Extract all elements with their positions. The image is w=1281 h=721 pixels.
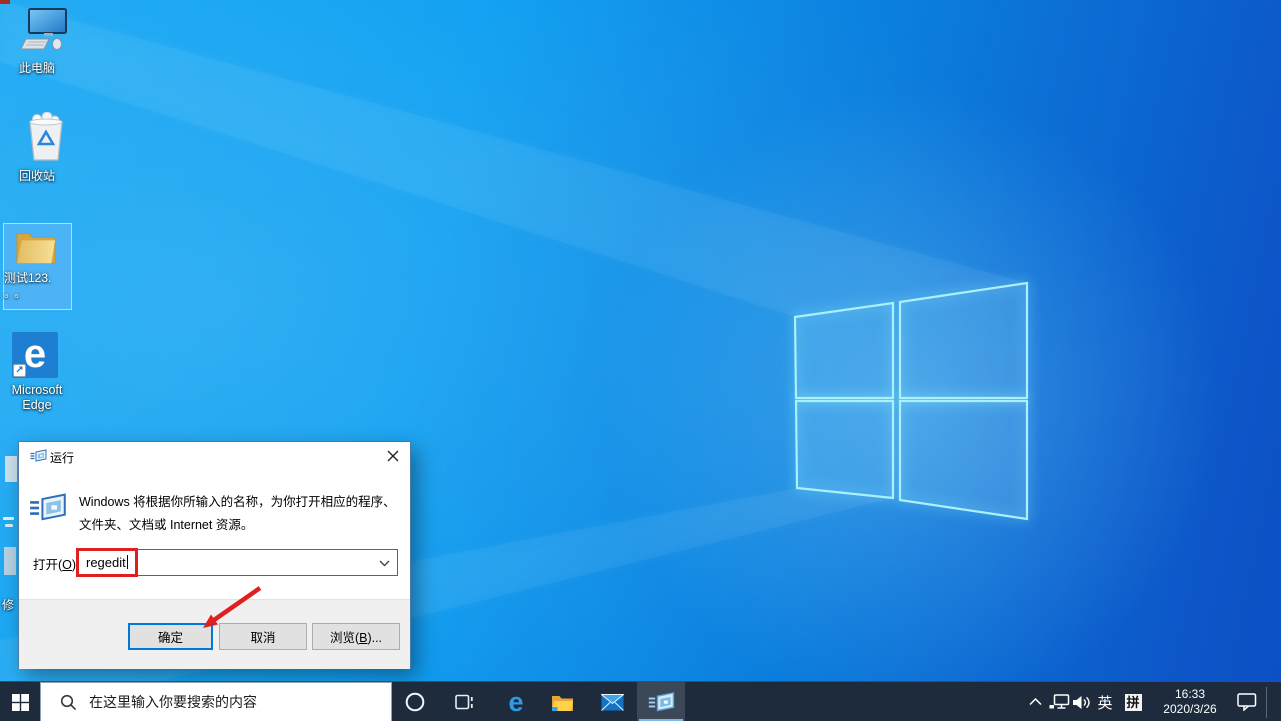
hidden-label-fragment <box>3 517 14 520</box>
desktop-icon-edge-label[interactable]: Microsoft Edge <box>0 383 74 413</box>
desktop-icon-label: 此电脑 <box>0 61 74 76</box>
run-dialog-titlebar[interactable]: 运行 <box>19 442 410 470</box>
desktop-icon-label: 回收站 <box>0 169 74 184</box>
run-app-icon <box>648 691 675 714</box>
logo-pane-top-left <box>795 303 893 398</box>
search-icon <box>60 694 77 711</box>
input-text: regedit <box>86 555 126 570</box>
run-icon <box>30 449 47 463</box>
light-ray-top <box>0 0 1027 317</box>
open-field-label: 打开(O): <box>33 554 80 573</box>
show-desktop-divider[interactable] <box>1266 687 1267 718</box>
taskbar-file-explorer-button[interactable] <box>541 682 583 721</box>
desktop-icon-label-line2: 。。 <box>4 286 71 301</box>
edge-label-line1: Microsoft <box>0 383 74 398</box>
task-view-icon <box>455 693 474 711</box>
windows-start-icon <box>12 694 29 711</box>
cortana-icon <box>404 691 426 713</box>
desktop-screen: 此电脑 回收站 测试123. 。。 e ↗ Microsoft Edge <box>0 0 1281 721</box>
desktop-icon-recycle-bin[interactable]: 回收站 <box>0 112 74 184</box>
taskbar-search-input[interactable]: 在这里输入你要搜索的内容 <box>40 682 392 721</box>
logo-pane-bottom-left <box>796 401 893 498</box>
clock-time: 16:33 <box>1175 687 1205 702</box>
browse-button[interactable]: 浏览(B)... <box>312 623 400 650</box>
ime-mode-label: 拼 <box>1126 695 1139 710</box>
corner-red-artifact <box>0 0 10 4</box>
file-explorer-icon <box>551 693 574 712</box>
recycle-bin-icon <box>26 112 66 162</box>
taskbar-mail-button[interactable] <box>591 682 633 721</box>
network-icon <box>1049 694 1070 710</box>
ok-button-label: 确定 <box>158 627 183 646</box>
cancel-button[interactable]: 取消 <box>219 623 307 650</box>
desktop-icon-this-pc[interactable]: 此电脑 <box>0 8 74 76</box>
desktop-icon-label: 测试123. <box>4 271 71 286</box>
close-button[interactable] <box>376 442 410 470</box>
tray-network-button[interactable] <box>1046 682 1072 721</box>
tray-volume-button[interactable] <box>1070 682 1094 721</box>
ime-mode-indicator[interactable]: 拼 <box>1120 682 1146 721</box>
ok-button[interactable]: 确定 <box>128 623 213 650</box>
text-caret <box>127 555 129 569</box>
clock-date: 2020/3/26 <box>1163 702 1216 717</box>
this-pc-icon <box>20 8 68 54</box>
run-dialog-body: Windows 将根据你所输入的名称，为你打开相应的程序、 文件夹、文档或 In… <box>19 470 410 599</box>
folder-icon <box>15 228 57 266</box>
cancel-button-label: 取消 <box>250 627 275 646</box>
chevron-up-icon <box>1029 698 1042 706</box>
ime-mode-box: 拼 <box>1125 694 1142 711</box>
action-center-icon <box>1237 693 1257 711</box>
shortcut-arrow-icon: ↗ <box>13 364 26 377</box>
hidden-label-fragment <box>5 524 13 527</box>
logo-pane-top-right <box>900 283 1027 398</box>
run-dialog-footer: 确定 取消 浏览(B)... <box>19 599 410 669</box>
open-label-mnemonic: O <box>62 558 72 572</box>
taskbar-run-app-button[interactable] <box>637 682 685 721</box>
logo-pane-bottom-right <box>900 401 1027 519</box>
edge-icon: e <box>508 687 523 718</box>
run-icon-large <box>29 492 67 524</box>
desktop-icon-test-folder[interactable]: 测试123. 。。 <box>3 223 72 310</box>
chevron-down-icon[interactable] <box>379 560 390 567</box>
taskbar-clock[interactable]: 16:33 2020/3/26 <box>1152 682 1228 721</box>
browse-button-label: 浏览(B)... <box>330 627 382 646</box>
input-value: regedit <box>86 555 128 570</box>
edge-label-line2: Edge <box>0 398 74 413</box>
description-line1: Windows 将根据你所输入的名称，为你打开相应的程序、 <box>79 491 399 514</box>
ime-language-label: 英 <box>1097 692 1112 713</box>
action-center-button[interactable] <box>1230 682 1264 721</box>
edge-icon: e <box>24 332 46 376</box>
run-command-input[interactable]: regedit <box>78 549 398 576</box>
hidden-icon-fragment <box>5 456 17 482</box>
tray-show-hidden-icons-button[interactable] <box>1024 682 1046 721</box>
description-line2: 文件夹、文档或 Internet 资源。 <box>79 514 399 537</box>
browse-pre: 浏览( <box>330 631 359 645</box>
shortcut-arrow-glyph: ↗ <box>15 365 23 376</box>
mail-icon <box>601 694 624 711</box>
ime-language-indicator[interactable]: 英 <box>1092 682 1118 721</box>
taskbar: 在这里输入你要搜索的内容 e <box>0 681 1281 721</box>
start-button[interactable] <box>0 682 40 721</box>
dialog-description: Windows 将根据你所输入的名称，为你打开相应的程序、 文件夹、文档或 In… <box>79 491 399 537</box>
close-icon <box>387 450 399 462</box>
browse-post: )... <box>367 631 382 645</box>
hidden-icon-label-fragment: 修 <box>2 598 18 613</box>
cortana-button[interactable] <box>394 682 436 721</box>
taskbar-edge-button[interactable]: e <box>495 682 537 721</box>
search-placeholder: 在这里输入你要搜索的内容 <box>89 692 257 712</box>
speaker-icon <box>1072 695 1092 710</box>
run-dialog: 运行 Windows 将根据你所输入的名称，为你打开相应的程序、 文件夹、文档或… <box>18 441 411 668</box>
hidden-icon-fragment <box>4 547 16 575</box>
open-label-pre: 打开( <box>33 558 62 572</box>
dialog-title: 运行 <box>50 449 74 466</box>
task-view-button[interactable] <box>443 682 485 721</box>
